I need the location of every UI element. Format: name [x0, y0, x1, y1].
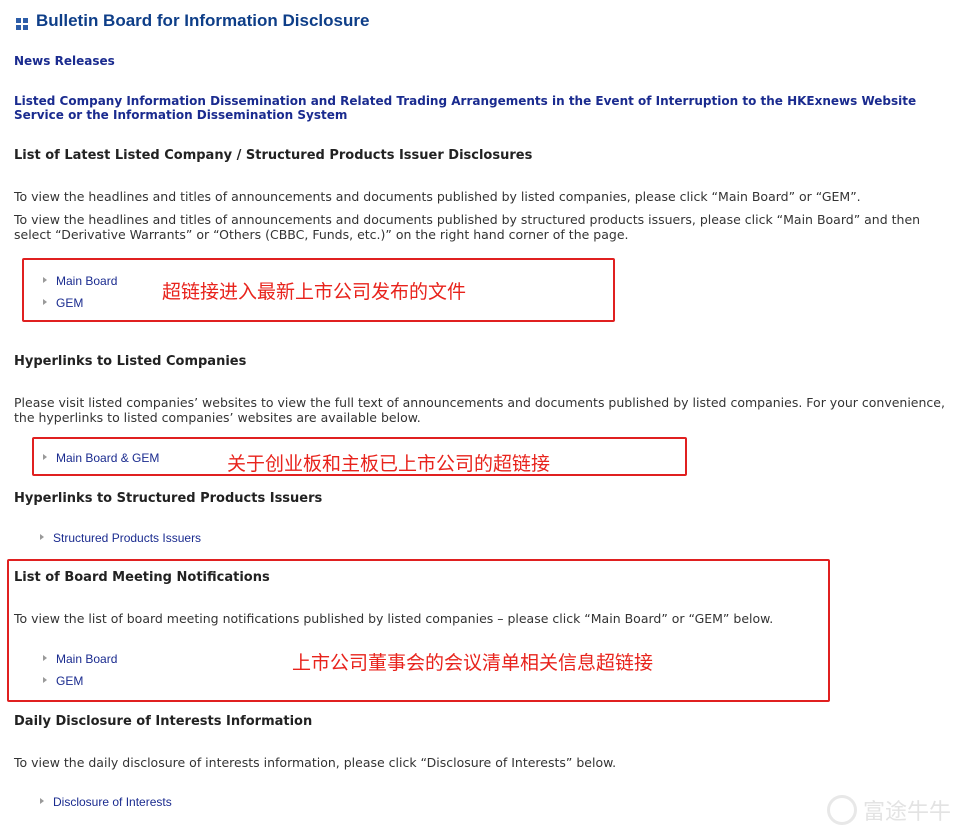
bullet-triangle-icon: [43, 299, 47, 305]
watermark: 富途牛牛: [826, 794, 951, 826]
interests-heading: Daily Disclosure of Interests Informatio…: [14, 714, 313, 729]
latest-disclosures-para-1: To view the headlines and titles of anno…: [14, 189, 861, 204]
bullet-triangle-icon: [43, 454, 47, 460]
bullet-triangle-icon: [43, 277, 47, 283]
structured-products-issuers-link[interactable]: Structured Products Issuers: [53, 531, 201, 545]
annotation-latest: 超链接进入最新上市公司发布的文件: [162, 281, 467, 303]
structured-products-heading: Hyperlinks to Structured Products Issuer…: [14, 491, 323, 506]
bullet-triangle-icon: [43, 677, 47, 683]
interests-para: To view the daily disclosure of interest…: [14, 755, 617, 770]
bullet-triangle-icon: [40, 534, 44, 540]
latest-main-board-link[interactable]: Main Board: [56, 274, 117, 288]
latest-gem-link[interactable]: GEM: [56, 296, 83, 310]
latest-disclosures-para-2: To view the headlines and titles of anno…: [14, 212, 921, 242]
bullet-triangle-icon: [40, 798, 44, 804]
annotation-listed: 关于创业板和主板已上市公司的超链接: [227, 453, 551, 475]
listed-companies-para: Please visit listed companies’ websites …: [14, 395, 945, 425]
main-board-gem-link[interactable]: Main Board & GEM: [56, 451, 159, 465]
board-meeting-heading: List of Board Meeting Notifications: [14, 570, 270, 585]
board-main-board-link[interactable]: Main Board: [56, 652, 117, 666]
listed-companies-heading: Hyperlinks to Listed Companies: [14, 354, 247, 369]
page-title: Bulletin Board for Information Disclosur…: [36, 11, 370, 30]
news-releases-link[interactable]: News Releases: [14, 54, 115, 68]
annotation-board: 上市公司董事会的会议清单相关信息超链接: [292, 652, 654, 674]
futu-logo-icon: [826, 795, 857, 825]
grid-icon: [16, 18, 28, 30]
bullet-triangle-icon: [43, 655, 47, 661]
dissemination-arrangements-link[interactable]: Listed Company Information Dissemination…: [14, 94, 949, 122]
latest-disclosures-heading: List of Latest Listed Company / Structur…: [14, 148, 533, 163]
disclosure-of-interests-link[interactable]: Disclosure of Interests: [53, 795, 172, 809]
watermark-text: 富途牛牛: [862, 800, 951, 825]
board-gem-link[interactable]: GEM: [56, 674, 83, 688]
board-meeting-para: To view the list of board meeting notifi…: [14, 611, 774, 626]
